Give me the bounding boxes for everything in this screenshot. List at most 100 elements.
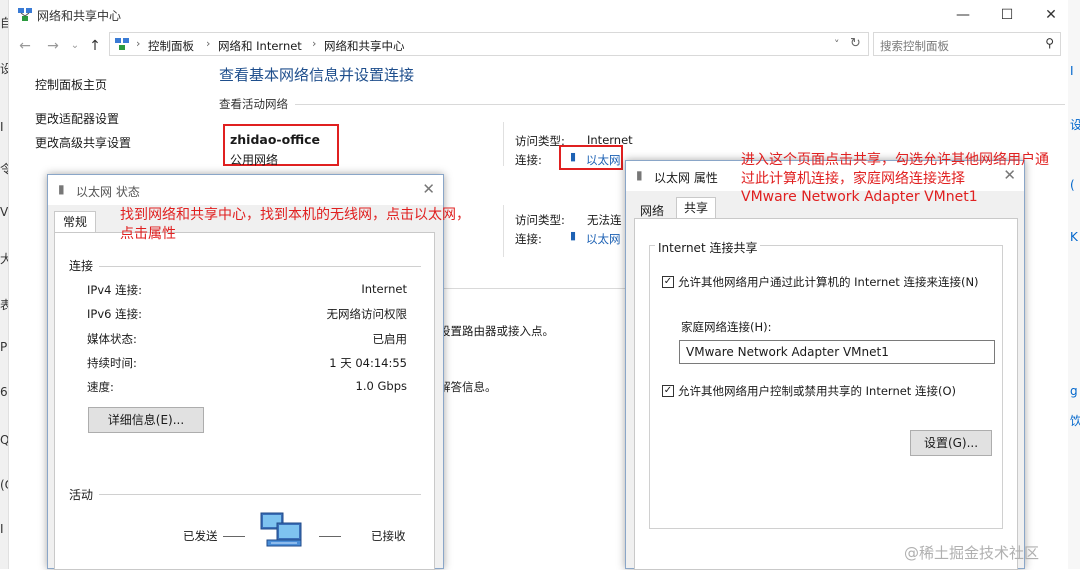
connection-group-label: 连接 — [69, 259, 94, 273]
annotation-step1-line1: 找到网络和共享中心，找到本机的无线网，点击以太网， — [120, 207, 470, 223]
connection-label: 连接: — [515, 232, 542, 246]
network-name: zhidao-office — [230, 132, 321, 147]
tab-general[interactable]: 常规 — [54, 211, 96, 233]
ipv4-value: Internet — [361, 282, 407, 296]
ipv6-value: 无网络访问权限 — [326, 307, 408, 321]
minimize-button[interactable]: — — [951, 4, 975, 26]
sent-line — [223, 536, 245, 537]
sidebar-home-link[interactable]: 控制面板主页 — [35, 76, 107, 93]
ics-group-label: Internet 连接共享 — [655, 239, 761, 256]
bg-text: I — [0, 120, 4, 134]
bg-text: I — [0, 522, 4, 536]
network-center-icon — [17, 7, 33, 23]
allow-connect-checkbox[interactable]: ✓ — [662, 276, 674, 288]
bg-text: ( — [1070, 178, 1075, 192]
bg-text: 令 — [0, 162, 8, 176]
ethernet-icon: ▮ — [636, 168, 643, 182]
received-label: 已接收 — [371, 529, 406, 543]
bg-text: 设 — [1070, 118, 1080, 132]
annotation-step2-line1: 进入这个页面点击共享，勾选允许其他网络用户通 — [741, 152, 1049, 168]
ipv4-label: IPv4 连接: — [87, 283, 142, 297]
dialog-title: 以太网 状态 — [76, 185, 140, 199]
column-divider — [503, 205, 504, 257]
back-arrow-icon[interactable]: ← — [17, 38, 33, 54]
home-network-field[interactable]: VMware Network Adapter VMnet1 — [679, 340, 995, 364]
breadcrumb-separator-icon: › — [206, 37, 211, 50]
breadcrumb-separator-icon: › — [136, 37, 141, 50]
up-arrow-icon[interactable]: ↑ — [87, 38, 103, 54]
sidebar-advanced-link[interactable]: 更改高级共享设置 — [35, 134, 131, 151]
troubleshoot-text-fragment: 解答信息。 — [439, 380, 497, 394]
allow-connect-label[interactable]: 允许其他网络用户通过此计算机的 Internet 连接来连接(N) — [678, 274, 979, 290]
group-divider — [99, 494, 421, 495]
dropdown-icon[interactable]: ˅ — [834, 38, 840, 51]
address-bar[interactable]: › 控制面板 › 网络和 Internet › 网络和共享中心 ˅ ↻ — [109, 32, 869, 56]
forward-arrow-icon[interactable]: → — [45, 38, 61, 54]
details-button[interactable]: 详细信息(E)... — [88, 407, 204, 433]
close-button[interactable]: ✕ — [1039, 4, 1063, 26]
annotation-step1-line2: 点击属性 — [120, 226, 176, 242]
settings-button[interactable]: 设置(G)... — [910, 430, 992, 456]
refresh-icon[interactable]: ↻ — [850, 36, 861, 51]
allow-control-checkbox[interactable]: ✓ — [662, 385, 674, 397]
allow-control-label[interactable]: 允许其他网络用户控制或禁用共享的 Internet 连接(O) — [678, 383, 956, 399]
bg-text: 饮 — [1070, 414, 1080, 428]
breadcrumb-control-panel[interactable]: 控制面板 — [148, 38, 194, 54]
duration-value: 1 天 04:14:55 — [329, 356, 407, 370]
breadcrumb-separator-icon: › — [312, 37, 317, 50]
ethernet-status-dialog: ▮ 以太网 状态 ✕ 常规 连接 IPv4 连接: Internet IPv6 … — [47, 174, 444, 570]
breadcrumb-sharing-center[interactable]: 网络和共享中心 — [324, 38, 405, 54]
column-divider — [503, 122, 504, 166]
speed-value: 1.0 Gbps — [355, 379, 407, 393]
bg-text: 设 — [0, 62, 8, 76]
bg-text: 表 — [0, 298, 8, 312]
group-divider — [99, 266, 421, 267]
search-box[interactable]: 搜索控制面板 ⚲ — [873, 32, 1061, 56]
search-placeholder: 搜索控制面板 — [880, 39, 949, 53]
home-network-label: 家庭网络连接(H): — [681, 320, 772, 334]
bg-text: (Q — [0, 478, 8, 492]
access-type-label: 访问类型: — [515, 213, 565, 227]
bg-text: P — [0, 340, 8, 354]
bg-text: I — [1070, 64, 1074, 78]
page-heading: 查看基本网络信息并设置连接 — [219, 66, 415, 84]
access-type-label: 访问类型: — [515, 134, 565, 148]
media-state-label: 媒体状态: — [87, 332, 137, 346]
bg-text: g — [1070, 384, 1078, 398]
connection-label: 连接: — [515, 153, 542, 167]
background-window-left: 自 设 I 令 VI 大 表 P 6 Q (Q I — [0, 0, 8, 569]
bg-text: 大 — [0, 252, 8, 266]
bg-text: VI — [0, 205, 8, 219]
background-window-right: I 设 ( K g 饮 — [1068, 0, 1080, 569]
bg-text: Q — [0, 433, 8, 447]
ethernet-icon: ▮ — [58, 182, 65, 196]
annotation-step2-line3: VMware Network Adapter VMnet1 — [741, 189, 978, 205]
window-title: 网络和共享中心 — [37, 9, 122, 23]
ethernet-link[interactable]: 以太网 — [586, 152, 621, 168]
ipv6-label: IPv6 连接: — [87, 307, 142, 321]
duration-label: 持续时间: — [87, 356, 137, 370]
tab-sharing[interactable]: 共享 — [676, 197, 716, 219]
sharing-panel: Internet 连接共享 ✓ 允许其他网络用户通过此计算机的 Internet… — [634, 218, 1018, 570]
control-panel-icon — [114, 36, 130, 55]
bg-text: 6 — [0, 385, 8, 399]
breadcrumb-network-internet[interactable]: 网络和 Internet — [218, 38, 302, 54]
dialog-title-bar[interactable]: ▮ 以太网 状态 ✕ — [48, 175, 443, 205]
sidebar-adapter-link[interactable]: 更改适配器设置 — [35, 110, 119, 127]
close-icon[interactable]: ✕ — [422, 180, 435, 198]
chevron-down-icon[interactable]: ⌄ — [67, 40, 83, 51]
title-bar[interactable]: 网络和共享中心 — ☐ ✕ — [9, 0, 1069, 30]
section-divider — [295, 104, 1065, 105]
ethernet-icon: ▮ — [570, 229, 577, 242]
ethernet-link[interactable]: 以太网 — [586, 231, 621, 247]
watermark: @稀土掘金技术社区 — [904, 544, 1040, 562]
network-type: 公用网络 — [230, 153, 279, 167]
bg-text: 自 — [0, 16, 8, 30]
speed-label: 速度: — [87, 380, 114, 394]
search-icon[interactable]: ⚲ — [1045, 36, 1054, 50]
network-computers-icon — [257, 509, 309, 556]
maximize-button[interactable]: ☐ — [995, 4, 1019, 26]
router-text-fragment: 设置路由器或接入点。 — [439, 324, 554, 338]
annotation-step2-line2: 过此计算机连接，家庭网络连接选择 — [741, 171, 965, 187]
dialog-title: 以太网 属性 — [654, 171, 718, 185]
